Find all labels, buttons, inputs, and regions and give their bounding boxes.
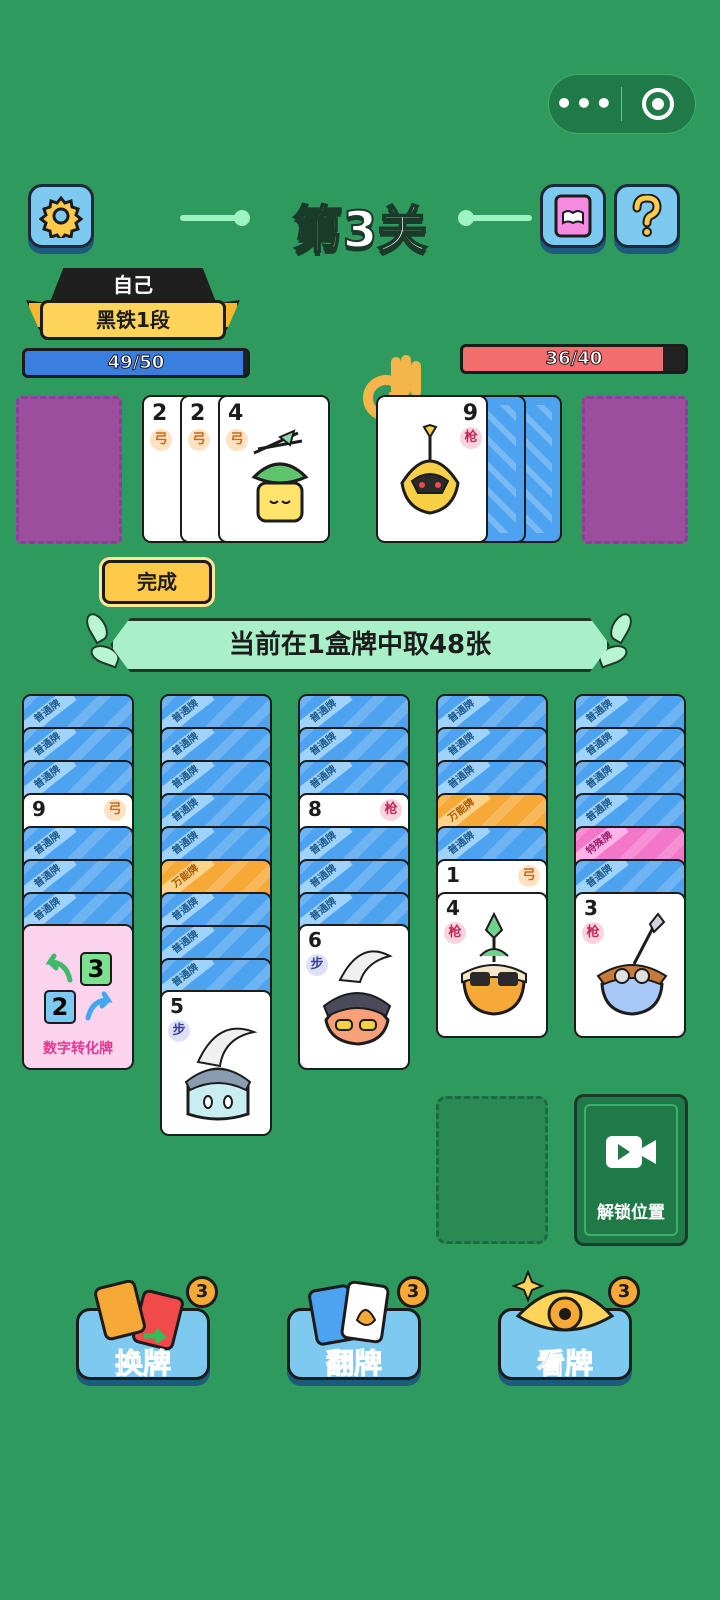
flip-card-label: 翻牌 <box>325 1347 382 1381</box>
card-number: 6 <box>308 928 322 952</box>
opponent-played-card: 9 枪 <box>376 395 488 543</box>
card-type: 弓 <box>518 865 540 887</box>
card-type: 枪 <box>380 799 402 821</box>
card-number: 9 <box>32 797 46 821</box>
opponent-empty-slot <box>582 396 688 544</box>
card-number: 2 <box>152 401 168 426</box>
video-camera-icon <box>606 1136 656 1168</box>
peek-card-button[interactable]: 看牌 3 <box>498 1270 640 1381</box>
settings-button[interactable] <box>28 184 94 248</box>
card-number: 1 <box>446 863 460 887</box>
card-number: 8 <box>308 797 322 821</box>
player-rank: 黑铁1段 <box>40 300 226 340</box>
spare-card-slot[interactable] <box>436 1096 548 1244</box>
flip-card-count: 3 <box>397 1276 429 1308</box>
card-column-1: 普通牌 普通牌 普通牌 9 弓 普通牌 普通牌 普通牌 3 2 数字转化牌 <box>22 694 134 1074</box>
title-line-left <box>180 215 242 221</box>
done-button[interactable]: 完成 <box>102 560 212 604</box>
face-up-card[interactable]: 6 步 <box>298 924 410 1070</box>
target-icon <box>642 88 674 120</box>
swap-cards-icon <box>94 1280 184 1350</box>
horned-hero-icon <box>322 950 393 1046</box>
card-type: 弓 <box>150 429 172 451</box>
glasses-hero-icon <box>461 912 527 1016</box>
level-title: 第3关 <box>292 200 429 260</box>
card-book-button[interactable] <box>540 184 606 248</box>
card-column-2: 普通牌 普通牌 普通牌 普通牌 普通牌 万能牌 普通牌 普通牌 普通牌 5 步 <box>160 694 272 1144</box>
arrow-right-icon <box>85 991 113 1021</box>
card-column-5: 普通牌 普通牌 普通牌 普通牌 特殊牌 普通牌 3 枪 <box>574 694 686 1044</box>
player-hp-text: 49/50 <box>107 352 165 374</box>
opponent-hp-text: 36/40 <box>545 348 603 370</box>
opponent-hp-bar: 36/40 <box>460 344 688 374</box>
card-type: 弓 <box>104 799 126 821</box>
laurel-left-icon <box>81 609 113 645</box>
card-number: 4 <box>228 401 244 426</box>
question-icon <box>632 194 662 237</box>
transform-number-a: 3 <box>80 952 112 986</box>
title-line-right <box>470 215 532 221</box>
bow-hero-icon <box>251 429 309 523</box>
title-dot-left <box>234 210 250 226</box>
card-number: 2 <box>190 401 206 426</box>
face-up-card[interactable]: 4 枪 <box>436 892 548 1038</box>
played-card: 4 弓 <box>218 395 330 543</box>
gear-icon <box>39 195 83 238</box>
swap-card-count: 3 <box>186 1276 218 1308</box>
more-button[interactable]: ••• <box>549 90 621 118</box>
transform-number-b: 2 <box>44 990 76 1024</box>
face-up-card[interactable]: 5 步 <box>160 990 272 1136</box>
number-transform-card[interactable]: 3 2 数字转化牌 <box>22 924 134 1070</box>
player-name: 自己 <box>50 268 216 302</box>
unlock-slot-label: 解锁位置 <box>597 1203 665 1223</box>
mini-program-capsule: ••• <box>548 74 696 134</box>
face-up-card[interactable]: 3 枪 <box>574 892 686 1038</box>
player-empty-slot <box>16 396 122 544</box>
player-hp-bar: 49/50 <box>22 348 250 378</box>
flip-cards-icon <box>308 1280 390 1346</box>
laurel-right-icon <box>605 609 637 645</box>
card-column-3: 普通牌 普通牌 普通牌 8 枪 普通牌 普通牌 普通牌 6 步 <box>298 694 410 1074</box>
transform-card-label: 数字转化牌 <box>43 1041 113 1057</box>
card-type: 弓 <box>188 429 210 451</box>
arrow-left-icon <box>45 953 73 983</box>
deal-info-banner: 当前在1盒牌中取48张 <box>228 630 492 660</box>
swap-card-label: 换牌 <box>114 1347 171 1381</box>
swap-card-button[interactable]: 换牌 3 <box>76 1276 218 1381</box>
spear-boss-icon <box>400 423 460 515</box>
help-button[interactable] <box>614 184 680 248</box>
peek-card-label: 看牌 <box>536 1347 593 1381</box>
card-book-icon <box>554 194 592 238</box>
flip-card-button[interactable]: 翻牌 3 <box>287 1276 429 1381</box>
close-button[interactable] <box>622 88 694 120</box>
spear-hero-icon <box>596 912 668 1016</box>
knight-hero-icon <box>184 1027 258 1121</box>
peek-card-count: 3 <box>608 1276 640 1308</box>
card-column-4: 普通牌 普通牌 普通牌 万能牌 普通牌 1 弓 4 枪 <box>436 694 548 1044</box>
eye-icon <box>511 1270 615 1332</box>
card-number: 5 <box>170 994 184 1018</box>
